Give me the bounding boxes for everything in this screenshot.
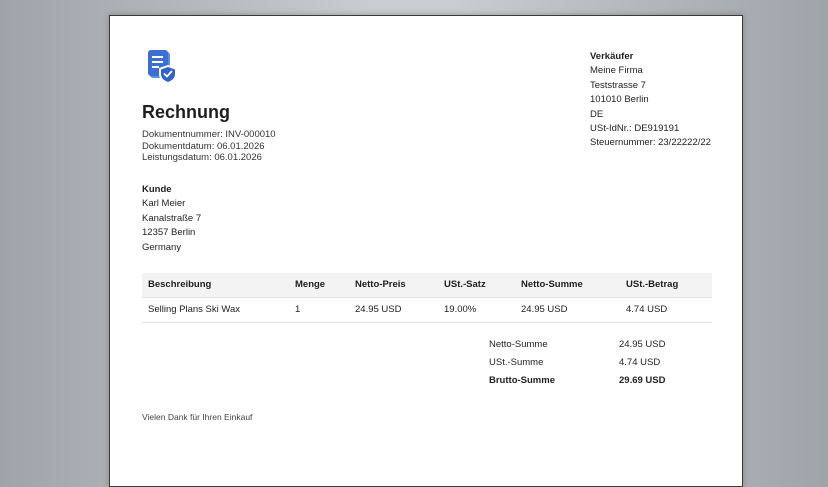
seller-country: DE [590, 108, 604, 120]
column-header-quantity: Menge [295, 279, 326, 290]
document-info: Dokumentnummer: INV-000010 Dokumentdatum… [142, 129, 276, 164]
customer-country: Germany [142, 241, 182, 253]
customer-block: Kunde Karl Meier Kanalstraße 7 12357 Ber… [142, 183, 201, 255]
document-date: Dokumentdatum: 06.01.2026 [142, 140, 265, 152]
seller-tax-number: Steuernummer: 23/22222/22 [590, 137, 711, 149]
customer-name: Karl Meier [142, 198, 186, 210]
invoice-page: Rechnung Dokumentnummer: INV-000010 Doku… [109, 15, 743, 487]
vat-total-label: USt.-Summe [489, 357, 544, 368]
items-table: Beschreibung Menge Netto-Preis USt.-Satz… [142, 273, 712, 323]
document-title: Rechnung [142, 102, 230, 122]
column-header-net-total: Netto-Summe [521, 279, 583, 290]
cell-description: Selling Plans Ski Wax [148, 304, 241, 315]
seller-block: Verkäufer Meine Firma Teststrasse 7 1010… [590, 50, 711, 151]
cell-net-price: 24.95 USD [355, 304, 402, 315]
net-total-value: 24.95 USD [619, 339, 666, 350]
service-date: Leistungsdatum: 06.01.2026 [142, 152, 262, 163]
customer-heading: Kunde [142, 184, 172, 195]
document-number: Dokumentnummer: INV-000010 [142, 129, 276, 140]
table-row: Selling Plans Ski Wax 1 24.95 USD 19.00%… [142, 298, 712, 323]
column-header-vat-amount: USt.-Betrag [626, 279, 679, 290]
net-total-label: Netto-Summe [489, 339, 548, 350]
cell-vat-amount: 4.74 USD [626, 304, 668, 315]
net-total-row: Netto-Summe 24.95 USD [489, 336, 689, 354]
column-header-vat-rate: USt.-Satz [444, 279, 486, 290]
gross-total-value: 29.69 USD [619, 375, 666, 386]
seller-city: 101010 Berlin [590, 94, 649, 106]
cell-net-total: 24.95 USD [521, 304, 568, 315]
seller-name: Meine Firma [590, 65, 643, 77]
gross-total-label: Brutto-Summe [489, 375, 555, 386]
column-header-net-price: Netto-Preis [355, 279, 406, 290]
items-header-row: Beschreibung Menge Netto-Preis USt.-Satz… [142, 273, 712, 298]
seller-vat-id: USt-IdNr.: DE919191 [590, 123, 680, 135]
vat-total-value: 4.74 USD [619, 357, 661, 368]
seller-heading: Verkäufer [590, 51, 634, 62]
totals-block: Netto-Summe 24.95 USD USt.-Summe 4.74 US… [489, 336, 689, 390]
cell-vat-rate: 19.00% [444, 304, 477, 315]
footer-note: Vielen Dank für Ihren Einkauf [142, 412, 253, 422]
seller-street: Teststrasse 7 [590, 79, 646, 91]
customer-street: Kanalstraße 7 [142, 212, 202, 224]
cell-quantity: 1 [295, 304, 301, 315]
gross-total-row: Brutto-Summe 29.69 USD [489, 372, 689, 390]
customer-city: 12357 Berlin [142, 227, 196, 239]
vat-total-row: USt.-Summe 4.74 USD [489, 354, 689, 372]
document-shield-icon [146, 49, 180, 85]
column-header-description: Beschreibung [148, 279, 212, 290]
